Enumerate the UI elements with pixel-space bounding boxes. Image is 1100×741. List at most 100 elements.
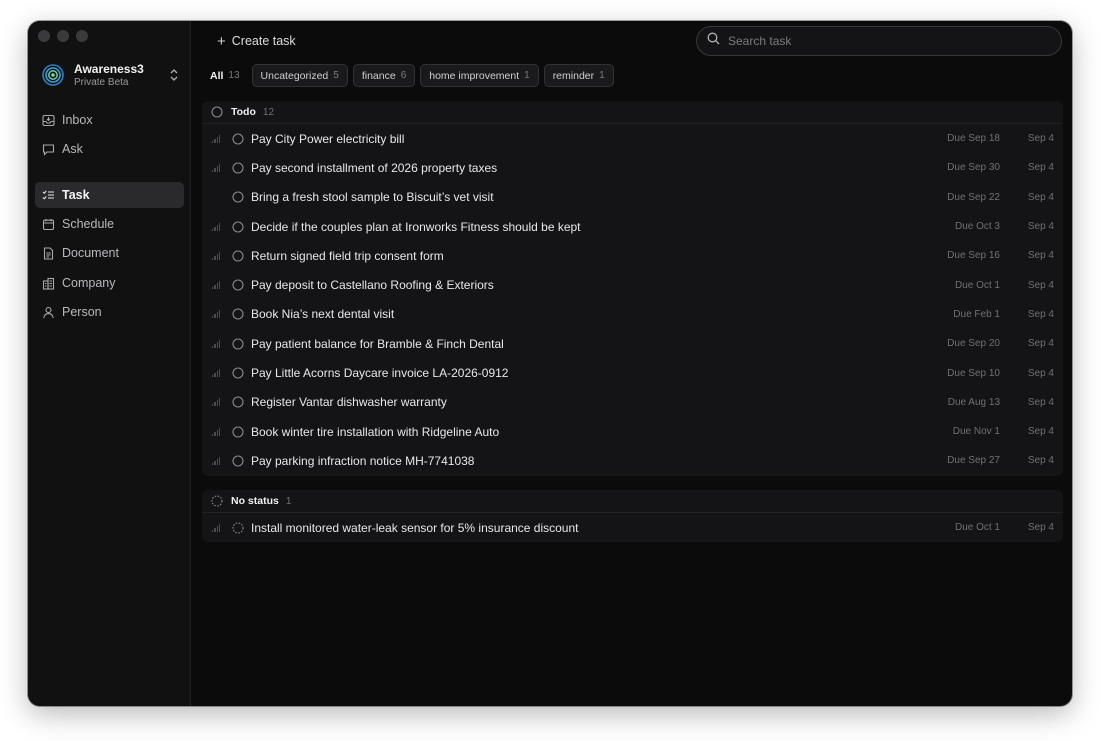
sidebar-item-label: Ask [62,142,83,156]
sidebar-item-schedule[interactable]: Schedule [35,211,184,237]
task-row[interactable]: Return signed field trip consent form Due… [202,241,1063,270]
sidebar-item-document[interactable]: Document [35,240,184,266]
priority-bars-icon[interactable] [212,163,220,172]
task-created-date: Sep 4 [1027,279,1054,291]
filter-count: 5 [333,70,339,81]
task-title: Register Vantar dishwasher warranty [251,395,447,410]
task-status-checkbox[interactable] [232,133,244,145]
sidebar-item-company[interactable]: Company [35,270,184,296]
task-due-date: Due Sep 22 [947,191,1000,203]
task-title: Pay patient balance for Bramble & Finch … [251,336,504,351]
checklist-icon [41,188,55,202]
sidebar-item-person[interactable]: Person [35,299,184,325]
filter-chip-uncategorized[interactable]: Uncategorized 5 [251,64,348,87]
priority-bars-icon[interactable] [212,310,220,319]
workspace-subtitle: Private Beta [74,76,129,88]
priority-bars-icon[interactable] [212,339,220,348]
task-due-date: Due Sep 20 [947,338,1000,350]
task-row[interactable]: Book winter tire installation with Ridge… [202,417,1063,446]
priority-bars-icon[interactable] [212,427,220,436]
task-created-date: Sep 4 [1027,338,1054,350]
priority-bars-icon[interactable] [212,398,220,407]
task-row[interactable]: Pay deposit to Castellano Roofing & Exte… [202,270,1063,299]
task-status-checkbox[interactable] [232,220,244,233]
task-created-date: Sep 4 [1027,396,1054,408]
filter-chip-finance[interactable]: finance 6 [352,64,416,87]
group-header[interactable]: No status 1 [202,490,1063,513]
filter-chip-all[interactable]: All 13 [203,64,247,87]
minimize-window-button[interactable] [57,30,69,42]
building-icon [41,276,55,290]
task-created-date: Sep 4 [1027,191,1054,203]
task-title: Pay second installment of 2026 property … [251,160,498,175]
task-status-checkbox[interactable] [232,191,244,203]
task-status-checkbox[interactable] [232,522,244,534]
task-status-checkbox[interactable] [232,396,244,408]
sidebar-item-inbox[interactable]: Inbox [35,107,184,133]
task-created-date: Sep 4 [1027,133,1054,145]
window-controls [38,30,88,42]
sidebar-item-task[interactable]: Task [35,182,184,208]
task-status-checkbox[interactable] [232,162,244,174]
task-created-date: Sep 4 [1027,221,1054,233]
chevron-up-down-icon [166,65,182,85]
task-status-checkbox[interactable] [232,455,244,467]
task-row[interactable]: Book Nia’s next dental visit Due Feb 1 Sep… [202,300,1063,329]
priority-bars-icon[interactable] [212,281,220,290]
filter-chip-reminder[interactable]: reminder 1 [543,64,614,87]
task-row[interactable]: Pay parking infraction notice MH-7741038… [202,446,1063,475]
search-input[interactable] [728,34,1028,48]
create-task-button[interactable]: + Create task [217,32,296,50]
sidebar-item-label: Company [62,276,116,290]
priority-bars-icon[interactable] [212,523,220,532]
filter-label: All [210,69,224,82]
chat-icon [41,142,55,156]
task-row[interactable]: Pay Little Acorns Daycare invoice LA-202… [202,358,1063,387]
no-status-icon [211,495,223,507]
workspace-name: Awareness3 [74,61,144,76]
priority-bars-icon[interactable] [212,251,220,260]
filter-label: home improvement [429,69,520,82]
sidebar-item-ask[interactable]: Ask [35,136,184,162]
task-title: Decide if the couples plan at Ironworks … [251,219,581,234]
group-count: 12 [262,106,275,118]
filter-chip-home-improvement[interactable]: home improvement 1 [420,64,539,87]
task-row[interactable]: Install monitored water-leak sensor for … [202,513,1063,542]
task-row[interactable]: Pay second installment of 2026 property … [202,153,1063,182]
task-row[interactable]: Decide if the couples plan at Ironworks … [202,212,1063,241]
filter-count: 13 [228,70,240,81]
close-window-button[interactable] [38,30,50,42]
group-header[interactable]: Todo 12 [202,101,1063,124]
filter-label: finance [361,69,396,82]
priority-bars-icon[interactable] [212,456,220,465]
task-created-date: Sep 4 [1027,455,1054,467]
inbox-icon [41,113,55,127]
task-due-date: Due Oct 1 [954,522,1000,534]
sidebar-item-label: Task [62,188,90,202]
priority-bars-icon[interactable] [212,222,220,231]
zoom-window-button[interactable] [76,30,88,42]
priority-bars-icon[interactable] [212,134,220,143]
task-status-checkbox[interactable] [232,308,244,320]
task-status-checkbox[interactable] [232,279,244,291]
task-due-date: Due Sep 27 [947,455,1000,467]
task-status-checkbox[interactable] [232,338,244,350]
task-row[interactable]: Register Vantar dishwasher warranty Due A… [202,388,1063,417]
task-status-checkbox[interactable] [232,250,244,262]
task-row[interactable]: Pay patient balance for Bramble & Finch … [202,329,1063,358]
task-created-date: Sep 4 [1027,522,1054,534]
task-row[interactable]: Bring a fresh stool sample to Biscuit’s … [202,183,1063,212]
task-row[interactable]: Pay City Power electricity bill Due Sep 1… [202,124,1063,153]
task-status-checkbox[interactable] [232,367,244,379]
document-icon [41,246,55,260]
priority-bars-icon[interactable] [212,369,220,378]
workspace-switcher[interactable]: Awareness3 Private Beta [42,59,182,91]
plus-icon: + [217,32,226,50]
task-title: Bring a fresh stool sample to Biscuit’s … [251,190,494,205]
task-due-date: Due Nov 1 [952,426,1000,438]
app-window: Awareness3 Private Beta Inbox Ask Task Sche… [28,21,1072,706]
filter-count: 1 [599,70,605,81]
task-status-checkbox[interactable] [232,426,244,438]
task-created-date: Sep 4 [1027,162,1054,174]
task-group-todo: Todo 12 Pay City Power electricity bill Due… [202,101,1063,476]
